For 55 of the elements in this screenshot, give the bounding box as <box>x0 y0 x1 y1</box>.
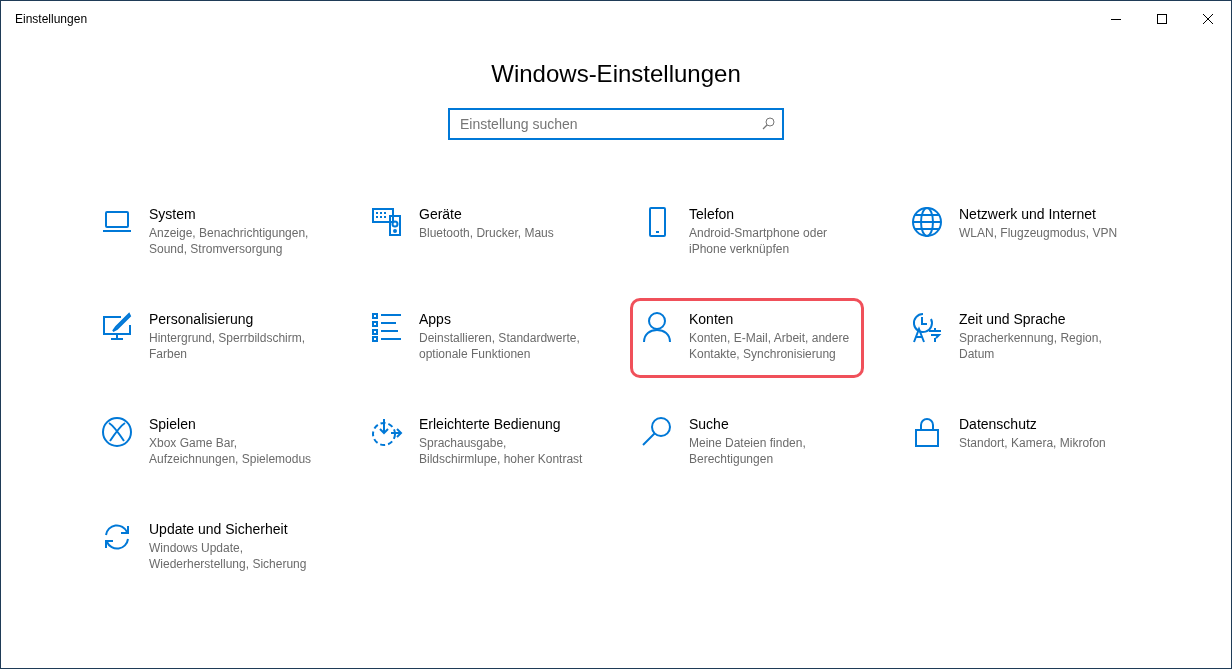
category-description: WLAN, Flugzeugmodus, VPN <box>959 225 1118 241</box>
page-heading: Windows-Einstellungen <box>491 59 741 89</box>
person-icon <box>641 311 673 343</box>
category-description: Windows Update, Wiederherstellung, Sicherung <box>149 540 308 572</box>
category-description: Hintergrund, Sperrbildschirm, Farben <box>149 330 307 362</box>
dashed-circle-arrow-icon <box>371 416 403 448</box>
category-title: Update und Sicherheit <box>149 520 289 539</box>
settings-category[interactable]: Apps Deinstallieren, Standardwerte, optionale Funktionen <box>360 298 594 378</box>
settings-category[interactable]: Telefon Android-Smartphone oder iPhone verknüpfen <box>630 193 864 273</box>
settings-category[interactable]: System Anzeige, Benachrichtigungen, Sound, Stromversorgung <box>90 193 324 273</box>
category-description: Deinstallieren, Standardwerte, optionale Funktionen <box>419 330 581 362</box>
settings-category[interactable]: Geräte Bluetooth, Drucker, Maus <box>360 193 594 273</box>
clock-language-icon <box>911 311 943 343</box>
search-icon <box>762 117 775 130</box>
search-field[interactable]: Einstellung suchen <box>448 108 784 140</box>
category-title: Personalisierung <box>149 310 255 329</box>
category-description: Bluetooth, Drucker, Maus <box>419 225 554 241</box>
settings-category[interactable]: Spielen Xbox Game Bar, Aufzeichnungen, Spielemodus <box>90 403 324 483</box>
category-title: Konten <box>689 310 735 329</box>
settings-category[interactable]: Konten Konten, E-Mail, Arbeit, andere Kontakte, Synchronisierung <box>630 298 864 378</box>
close-icon <box>1203 14 1213 24</box>
category-title: Zeit und Sprache <box>959 310 1067 329</box>
minimize-icon <box>1111 18 1121 20</box>
settings-category[interactable]: Datenschutz Standort, Kamera, Mikrofon <box>900 403 1134 483</box>
window-title: Einstellungen <box>14 11 88 28</box>
category-title: Telefon <box>689 205 736 224</box>
category-title: Netzwerk und Internet <box>959 205 1097 224</box>
category-title: Geräte <box>419 205 463 224</box>
maximize-icon <box>1157 14 1167 24</box>
settings-category[interactable]: Zeit und Sprache Spracherkennung, Region, Datum <box>900 298 1134 378</box>
list-icon <box>371 311 403 343</box>
category-title: Spielen <box>149 415 197 434</box>
settings-category[interactable]: Personalisierung Hintergrund, Sperrbildschirm, Farben <box>90 298 324 378</box>
category-title: System <box>149 205 197 224</box>
category-title: Suche <box>689 415 730 434</box>
category-description: Xbox Game Bar, Aufzeichnungen, Spielemodus <box>149 435 313 467</box>
category-description: Spracherkennung, Region, Datum <box>959 330 1103 362</box>
category-title: Apps <box>419 310 452 329</box>
globe-icon <box>911 206 943 238</box>
keyboard-speaker-icon <box>371 206 403 238</box>
settings-category[interactable]: Netzwerk und Internet WLAN, Flugzeugmodus, VPN <box>900 193 1134 273</box>
settings-category[interactable]: Suche Meine Dateien finden, Berechtigungen <box>630 403 864 483</box>
magnifier-icon <box>641 416 673 448</box>
category-description: Konten, E-Mail, Arbeit, andere Kontakte, Synchronisierung <box>689 330 851 362</box>
category-description: Standort, Kamera, Mikrofon <box>959 435 1106 451</box>
category-title: Erleichterte Bedienung <box>419 415 562 434</box>
settings-category[interactable]: Update und Sicherheit Windows Update, Wiederherstellung, Sicherung <box>90 508 324 588</box>
category-description: Android-Smartphone oder iPhone verknüpfen <box>689 225 829 257</box>
category-description: Meine Dateien finden, Berechtigungen <box>689 435 807 467</box>
monitor-brush-icon <box>101 311 133 343</box>
category-description: Anzeige, Benachrichtigungen, Sound, Stromversorgung <box>149 225 310 257</box>
x-circle-icon <box>101 416 133 448</box>
category-title: Datenschutz <box>959 415 1038 434</box>
category-description: Sprachausgabe, Bildschirmlupe, hoher Kontrast <box>419 435 584 467</box>
settings-category[interactable]: Erleichterte Bedienung Sprachausgabe, Bildschirmlupe, hoher Kontrast <box>360 403 594 483</box>
